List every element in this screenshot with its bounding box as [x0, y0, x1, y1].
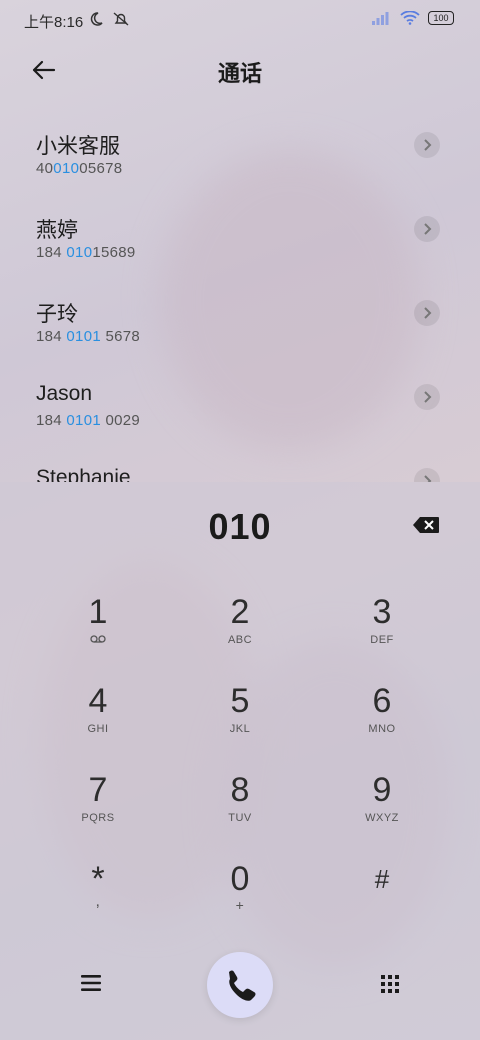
chevron-right-icon	[424, 391, 432, 403]
dialpad-button[interactable]	[380, 974, 400, 994]
key-hash[interactable]: #	[312, 859, 452, 939]
contact-number: 184 01015689	[36, 244, 136, 261]
header: 通话	[0, 48, 480, 92]
key-9[interactable]: 9 WXYZ	[312, 770, 452, 850]
contact-number: 4001005678	[36, 160, 123, 177]
backspace-button[interactable]	[412, 516, 440, 534]
backspace-icon	[413, 517, 439, 533]
dialer-bottom-bar	[0, 952, 480, 1022]
dialpad-icon	[381, 975, 399, 993]
contact-details-button[interactable]	[414, 300, 440, 326]
contact-details-button[interactable]	[414, 468, 440, 482]
contact-item[interactable]: 小米客服 4001005678	[0, 110, 480, 194]
page-title: 通话	[217, 61, 262, 86]
voicemail-icon	[90, 635, 106, 643]
chevron-right-icon	[424, 223, 432, 235]
call-button[interactable]	[207, 952, 273, 1018]
contact-number: 184 0101 0029	[36, 412, 141, 429]
key-0[interactable]: 0 +	[170, 859, 310, 939]
contact-name: Jason	[36, 382, 93, 405]
key-star[interactable]: *,	[28, 859, 168, 939]
chevron-right-icon	[424, 307, 432, 319]
key-4[interactable]: 4 GHI	[28, 681, 168, 761]
moon-icon	[90, 12, 103, 26]
hamburger-menu-icon	[81, 975, 101, 991]
status-time: 上午8:16	[24, 14, 84, 31]
key-7[interactable]: 7 PQRS	[28, 770, 168, 850]
contact-details-button[interactable]	[414, 132, 440, 158]
signal-icon	[372, 12, 389, 25]
contact-details-button[interactable]	[414, 216, 440, 242]
contact-results-list: 小米客服 4001005678 燕婷 184 01015689 子玲 184 0…	[0, 110, 480, 482]
menu-button[interactable]	[80, 974, 102, 992]
contact-name: 子玲	[36, 303, 78, 326]
key-5[interactable]: 5 JKL	[170, 681, 310, 761]
contact-item[interactable]: Stephanie	[0, 446, 480, 482]
silent-bell-icon	[113, 12, 129, 26]
chevron-right-icon	[424, 139, 432, 151]
contact-item[interactable]: 燕婷 184 01015689	[0, 194, 480, 278]
contact-name: 小米客服	[36, 135, 120, 158]
chevron-right-icon	[424, 475, 432, 482]
phone-icon	[229, 970, 256, 1001]
contact-name: 燕婷	[36, 219, 78, 242]
contact-name: Stephanie	[36, 466, 131, 482]
contact-item[interactable]: Jason 184 0101 0029	[0, 362, 480, 446]
key-1[interactable]: 1	[28, 592, 168, 672]
key-3[interactable]: 3 DEF	[312, 592, 452, 672]
wifi-icon	[400, 11, 420, 25]
dialed-number: 010	[208, 506, 272, 547]
key-8[interactable]: 8 TUV	[170, 770, 310, 850]
key-2[interactable]: 2 ABC	[170, 592, 310, 672]
key-6[interactable]: 6 MNO	[312, 681, 452, 761]
dialer-panel: 010 1 2 ABC 3 DEF 4 GHI 5 JKL 6 MNO 7 PQRS 8 TU…	[0, 482, 480, 1040]
status-bar: 上午8:16 100	[0, 0, 480, 40]
contact-item[interactable]: 子玲 184 0101 5678	[0, 278, 480, 362]
battery-indicator: 100	[428, 11, 454, 25]
contact-number: 184 0101 5678	[36, 328, 141, 345]
contact-details-button[interactable]	[414, 384, 440, 410]
